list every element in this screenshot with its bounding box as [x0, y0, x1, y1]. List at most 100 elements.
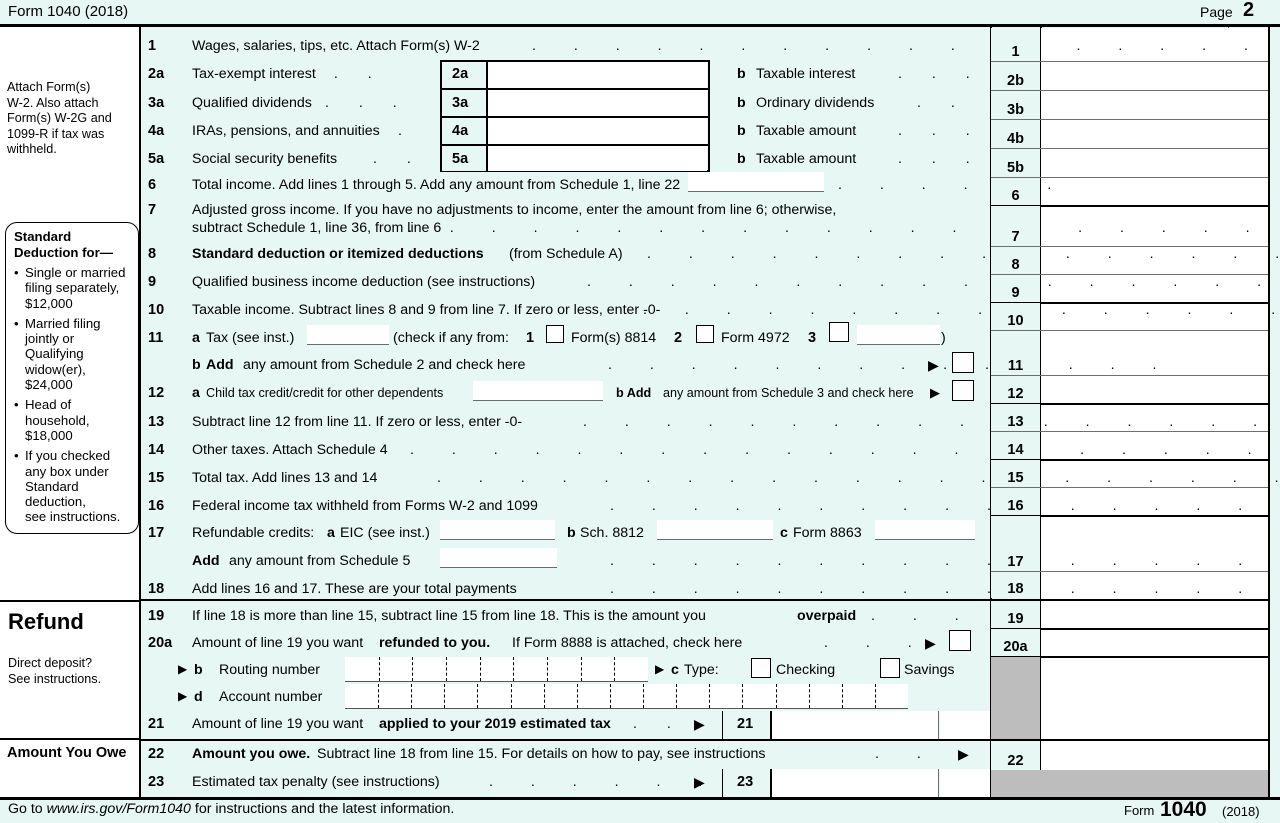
- line-15-text: Total tax. Add lines 13 and 14: [192, 470, 378, 486]
- line-23-amount-field[interactable]: [772, 769, 938, 798]
- line-23-cents-div: [938, 769, 940, 798]
- line-20a-text-post: If Form 8888 is attached, check here: [512, 635, 743, 651]
- comb-divider: [411, 684, 413, 708]
- line-17b-sch8812-field[interactable]: [657, 520, 773, 540]
- line-11a-opt2-number: 2: [674, 330, 683, 346]
- line-21-cents-div: [938, 711, 940, 740]
- line-3b-text: Ordinary dividends: [756, 95, 875, 111]
- amount-label-5b: 5b: [991, 149, 1040, 177]
- line-11a-other-field[interactable]: [857, 325, 940, 345]
- comb-divider: [446, 657, 447, 681]
- comb-divider: [614, 657, 616, 681]
- routing-number-input[interactable]: [345, 657, 648, 682]
- standard-deduction-box: Standard Deduction for— Single or marrie…: [5, 222, 139, 534]
- amount-row-sep-4b: [1041, 148, 1268, 150]
- line-12a-letter: a: [192, 385, 200, 401]
- line-5b-leader: . . .: [898, 151, 983, 167]
- footer-form-number: 1040: [1160, 798, 1207, 821]
- line-17a-eic-field[interactable]: [440, 520, 555, 540]
- line-22-number: 22: [148, 746, 165, 762]
- line-12a-field[interactable]: [473, 381, 603, 401]
- line-5a-leader: . .: [373, 151, 424, 167]
- amount-label-8: 8: [991, 247, 1040, 274]
- amount-label-4b: 4b: [991, 120, 1040, 148]
- amount-column-right-border: [1268, 27, 1270, 798]
- header-form-label: Form 1040 (2018): [8, 3, 129, 20]
- line-2b-leader: . . .: [898, 66, 983, 82]
- amount-row-sep-19: [1041, 628, 1268, 630]
- line-11b-letter: b: [192, 357, 201, 373]
- line-18-leader: . . . . . . . . . . . . . . . .: [610, 581, 1260, 597]
- line-3a-text: Qualified dividends: [192, 95, 312, 111]
- refund-section-rule: [139, 599, 1268, 601]
- line-23-number: 23: [148, 774, 165, 790]
- amount-label-22: 22: [991, 741, 1040, 770]
- line-20b-text: Routing number: [219, 662, 320, 678]
- checkbox-form-4972[interactable]: [696, 325, 714, 343]
- footer-goto-post: for instructions and the latest informat…: [194, 801, 455, 817]
- comb-divider: [412, 657, 414, 681]
- line-12-number: 12: [148, 385, 165, 401]
- amount-label-10: 10: [991, 303, 1040, 330]
- amount-row-sep-6: [1041, 205, 1268, 207]
- footer-form-word: Form: [1124, 803, 1155, 818]
- line-21-cents-field[interactable]: [940, 711, 990, 740]
- checkbox-schedule-3[interactable]: [952, 380, 974, 401]
- amount-label-9: 9: [991, 275, 1040, 302]
- amount-label-14: 14: [991, 432, 1040, 459]
- line-22-text-rest: Subtract line 18 from line 15. For detai…: [317, 746, 766, 762]
- line-19-number: 19: [148, 608, 165, 624]
- line-4a-number: 4a: [148, 123, 165, 139]
- amount-row-sep-3b: [1041, 119, 1268, 121]
- sd-title-1: Standard: [14, 229, 72, 244]
- comb-divider: [576, 684, 578, 708]
- account-number-input[interactable]: [345, 684, 908, 709]
- line-6-number: 6: [148, 177, 157, 193]
- inner-field-4a[interactable]: [487, 118, 707, 144]
- line-17c-form8863-field[interactable]: [875, 520, 975, 540]
- comb-divider: [547, 657, 548, 681]
- sd-item-married-joint: Married filing jointly or Qualifying wid…: [14, 316, 133, 392]
- amount-row-sep-17: [1041, 571, 1268, 573]
- inner-field-5a[interactable]: [487, 146, 707, 171]
- inner-field-2a[interactable]: [487, 62, 707, 88]
- footer-goto-url[interactable]: www.irs.gov/Form1040: [47, 801, 191, 817]
- comb-divider: [477, 684, 479, 708]
- shaded-block-line-23: [991, 770, 1268, 798]
- inner-field-3a[interactable]: [487, 90, 707, 116]
- line-4b-letter: b: [737, 123, 746, 139]
- amount-row-sep-1: [1041, 61, 1268, 63]
- comb-divider: [479, 657, 481, 681]
- line-1-number: 1: [148, 38, 157, 54]
- line-6-text: Total income. Add lines 1 through 5. Add…: [192, 177, 681, 193]
- line-20c-savings-label: Savings: [904, 662, 955, 678]
- shaded-block-refund: [991, 657, 1040, 740]
- line-6-writein[interactable]: [688, 172, 824, 192]
- comb-divider: [643, 684, 645, 708]
- arrow-icon-11b: ▶: [928, 357, 939, 373]
- line-18-number: 18: [148, 581, 165, 597]
- checkbox-schedule-2[interactable]: [952, 352, 974, 373]
- line-17-number: 17: [148, 525, 165, 541]
- checkbox-form-8888[interactable]: [949, 630, 971, 651]
- checkbox-checking[interactable]: [751, 658, 771, 678]
- arrow-icon-20d: ▶: [178, 689, 188, 703]
- line-2b-letter: b: [737, 66, 746, 82]
- line-11a-opt1-number: 1: [526, 330, 535, 346]
- checkbox-form-8814[interactable]: [546, 325, 564, 343]
- line-17a-letter: a: [327, 525, 335, 541]
- checkbox-form-other[interactable]: [829, 322, 849, 342]
- footer-goto-pre: Go to: [8, 801, 43, 817]
- line-11a-opt1-label: Form(s) 8814: [571, 330, 657, 346]
- arrow-icon-21: ▶: [694, 716, 705, 732]
- line-17-schedule5-field[interactable]: [440, 548, 557, 568]
- line-9-leader: . . . . . . . . . . . . . . . . . . . .: [587, 274, 1280, 290]
- line-13-text: Subtract line 12 from line 11. If zero o…: [192, 414, 523, 430]
- line-23-cents-field[interactable]: [940, 769, 990, 798]
- line-20c-text: Type:: [684, 662, 719, 678]
- checkbox-savings[interactable]: [880, 658, 900, 678]
- line-21-amount-field[interactable]: [772, 711, 938, 740]
- line-11a-tax-field[interactable]: [307, 325, 389, 345]
- amount-row-sep-15: [1041, 487, 1268, 489]
- line-3a-number: 3a: [148, 95, 165, 111]
